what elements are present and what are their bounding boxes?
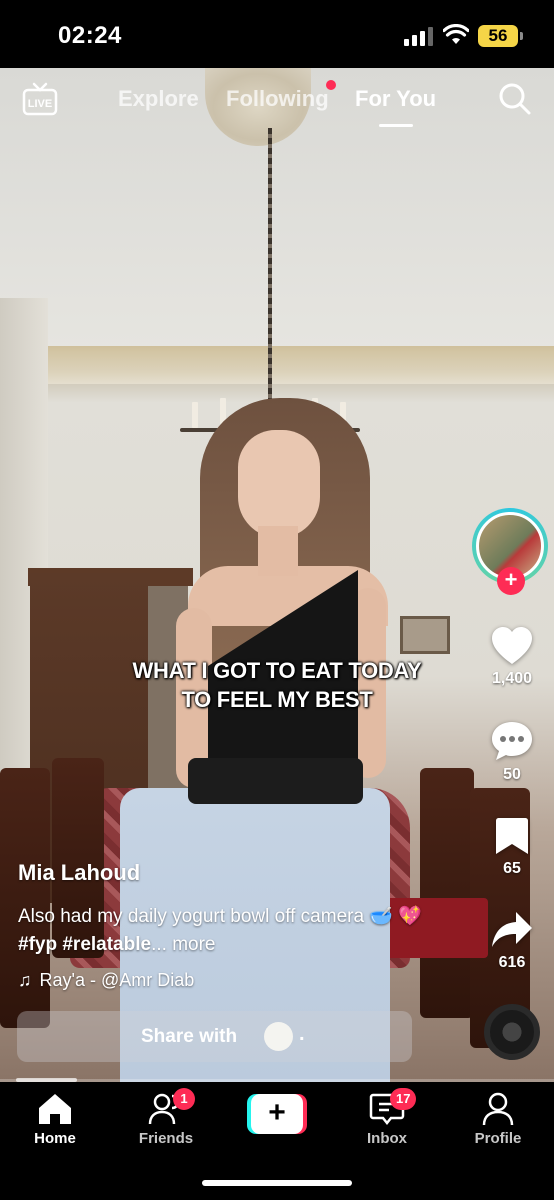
battery-indicator: 56 xyxy=(478,25,523,47)
comment-button[interactable]: 50 xyxy=(470,720,554,784)
heart-emoji: 💖 xyxy=(398,906,422,927)
share-with-label: Share with xyxy=(141,1026,238,1047)
search-icon[interactable] xyxy=(498,82,532,116)
share-arrow-icon xyxy=(492,912,532,947)
like-count: 1,400 xyxy=(491,670,533,687)
nav-friends-label: Friends xyxy=(138,1130,194,1147)
home-icon xyxy=(39,1094,71,1124)
nav-inbox-label: Inbox xyxy=(367,1130,407,1147)
nav-home[interactable]: Home xyxy=(10,1092,100,1147)
person-neck xyxy=(258,526,298,576)
profile-icon xyxy=(482,1092,514,1126)
hashtag-relatable[interactable]: #relatable xyxy=(62,934,151,955)
comment-count: 50 xyxy=(503,766,521,783)
bookmark-icon xyxy=(496,818,528,854)
save-button[interactable]: 65 xyxy=(470,816,554,878)
share-count: 616 xyxy=(498,954,526,971)
nav-profile[interactable]: Profile xyxy=(453,1092,543,1147)
ceiling-cornice xyxy=(0,346,554,384)
create-button[interactable]: + xyxy=(247,1094,307,1134)
nav-friends[interactable]: 1 Friends xyxy=(121,1088,211,1147)
cellular-signal-icon xyxy=(404,26,434,46)
status-bar: 02:24 56 xyxy=(0,0,554,68)
description-text: Also had my daily yogurt bowl off camera xyxy=(18,906,365,927)
share-button[interactable]: 616 xyxy=(470,910,554,972)
bowl-emoji: 🥣 xyxy=(369,906,393,927)
video-description: Also had my daily yogurt bowl off camera… xyxy=(18,903,438,959)
nav-home-label: Home xyxy=(34,1130,76,1147)
share-with-bar[interactable]: Share with . xyxy=(17,1011,412,1062)
music-disc-icon[interactable] xyxy=(484,1004,540,1060)
tab-following[interactable]: Following xyxy=(226,86,329,112)
chair xyxy=(420,768,474,1018)
following-notification-dot xyxy=(326,80,336,90)
music-note-icon: ♫ xyxy=(18,970,32,990)
tab-explore[interactable]: Explore xyxy=(118,86,199,112)
black-belt xyxy=(188,758,363,804)
nav-inbox[interactable]: 17 Inbox xyxy=(342,1088,432,1147)
heart-icon xyxy=(492,627,532,664)
nav-profile-label: Profile xyxy=(474,1130,522,1147)
comment-icon xyxy=(492,722,532,760)
person-face xyxy=(238,430,320,538)
hashtag-fyp[interactable]: #fyp xyxy=(18,934,57,955)
like-button[interactable]: 1,400 xyxy=(470,626,554,688)
top-nav: LIVE Explore Following For You xyxy=(0,68,554,138)
share-contact-avatar xyxy=(264,1022,293,1051)
home-indicator xyxy=(202,1180,352,1186)
live-label: LIVE xyxy=(28,98,52,110)
friends-badge: 1 xyxy=(173,1088,195,1110)
active-tab-indicator xyxy=(379,124,413,127)
wall-picture xyxy=(400,616,450,654)
share-suffix: . xyxy=(299,1023,305,1045)
plus-icon: + xyxy=(251,1094,303,1134)
overlay-line-2: TO FEEL MY BEST xyxy=(181,687,373,712)
more-link[interactable]: ... more xyxy=(151,934,215,955)
inbox-badge: 17 xyxy=(390,1088,417,1110)
sound-link[interactable]: ♫ Ray'a - @Amr Diab xyxy=(18,970,194,991)
creator-username[interactable]: Mia Lahoud xyxy=(18,860,140,886)
save-count: 65 xyxy=(503,860,521,877)
status-time: 02:24 xyxy=(58,22,122,49)
follow-button[interactable]: + xyxy=(497,567,525,595)
wifi-icon xyxy=(443,24,469,44)
tab-for-you[interactable]: For You xyxy=(355,86,436,112)
sound-label: Ray'a - @Amr Diab xyxy=(39,970,195,990)
live-icon[interactable]: LIVE xyxy=(22,82,58,116)
